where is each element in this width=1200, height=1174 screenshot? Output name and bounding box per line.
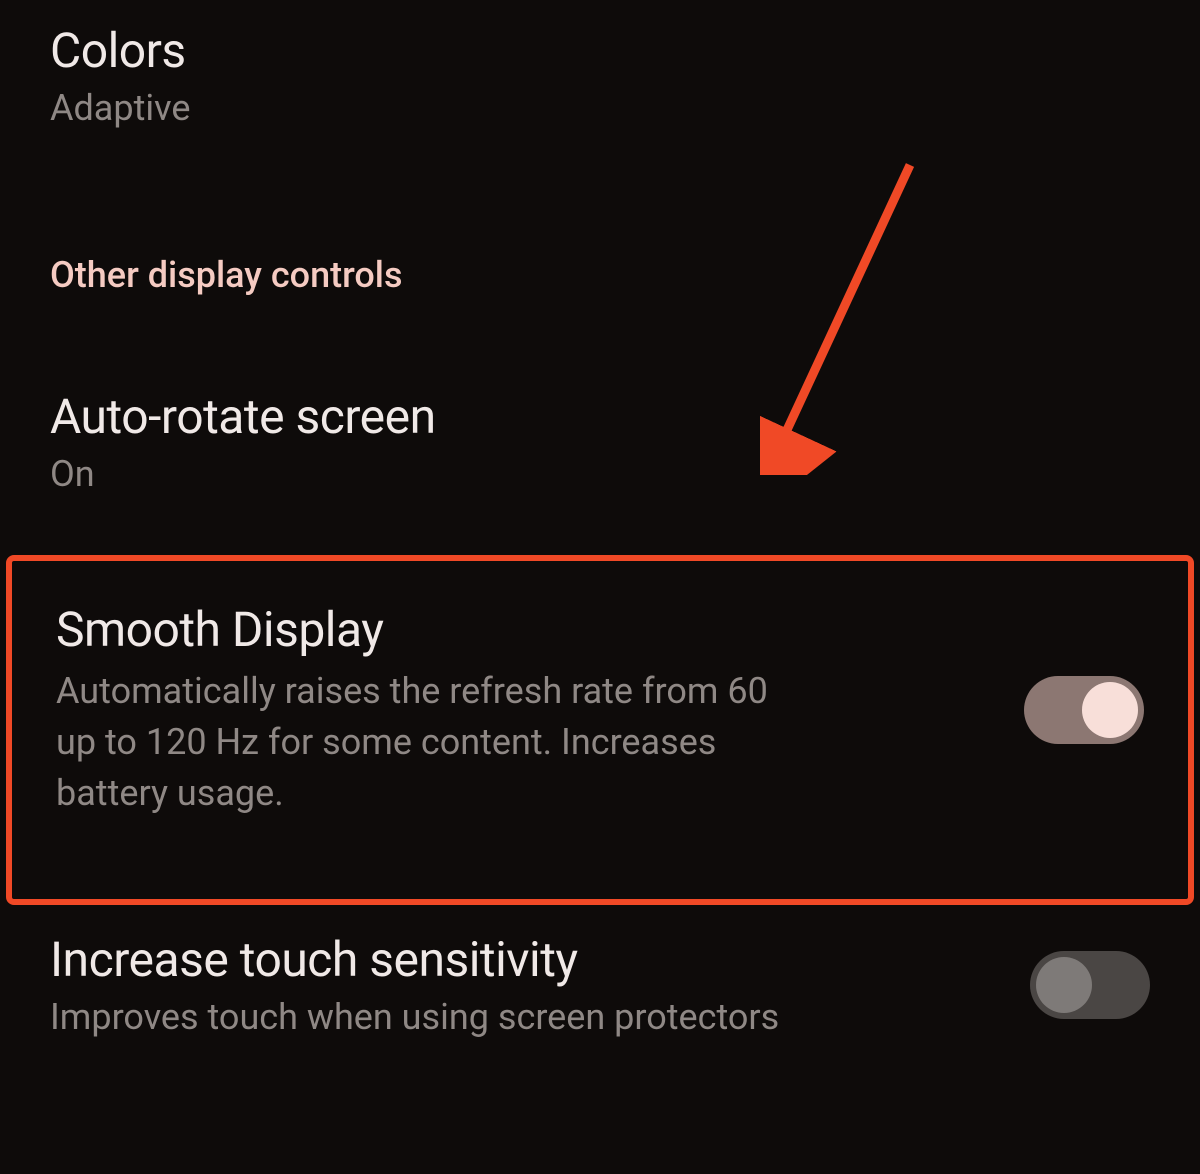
touch-sensitivity-setting[interactable]: Increase touch sensitivity Improves touc… (0, 931, 1200, 1038)
touch-sensitivity-toggle[interactable] (1030, 951, 1150, 1019)
smooth-display-toggle[interactable] (1024, 676, 1144, 744)
auto-rotate-title: Auto-rotate screen (50, 388, 1150, 445)
smooth-display-setting[interactable]: Smooth Display Automatically raises the … (56, 601, 1144, 819)
auto-rotate-setting[interactable]: Auto-rotate screen On (0, 388, 1200, 495)
highlight-annotation: Smooth Display Automatically raises the … (6, 555, 1194, 905)
colors-value: Adaptive (50, 87, 1150, 129)
touch-sensitivity-title: Increase touch sensitivity (50, 931, 779, 988)
smooth-display-description: Automatically raises the refresh rate fr… (56, 666, 806, 819)
toggle-thumb (1036, 957, 1092, 1013)
smooth-display-title: Smooth Display (56, 601, 806, 658)
colors-setting[interactable]: Colors Adaptive (0, 0, 1200, 129)
touch-sensitivity-description: Improves touch when using screen protect… (50, 996, 779, 1038)
toggle-thumb (1082, 682, 1138, 738)
auto-rotate-value: On (50, 453, 1150, 495)
colors-title: Colors (50, 22, 1150, 79)
section-header-other-controls: Other display controls (0, 254, 1200, 296)
